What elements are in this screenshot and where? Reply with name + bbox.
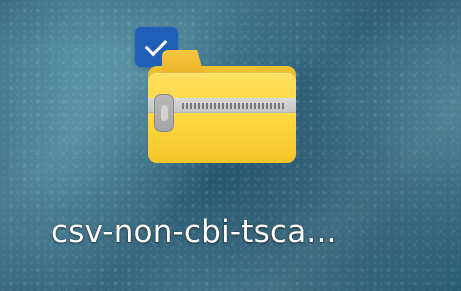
zip-file-desktop-item[interactable]: csv-non-cbi-tsca... [38,26,418,266]
desktop-background: csv-non-cbi-tsca... [0,0,461,291]
desktop-item-label[interactable]: csv-non-cbi-tsca... [51,217,411,248]
zip-folder-icon [148,50,296,166]
zipper-pull-icon [154,94,174,132]
